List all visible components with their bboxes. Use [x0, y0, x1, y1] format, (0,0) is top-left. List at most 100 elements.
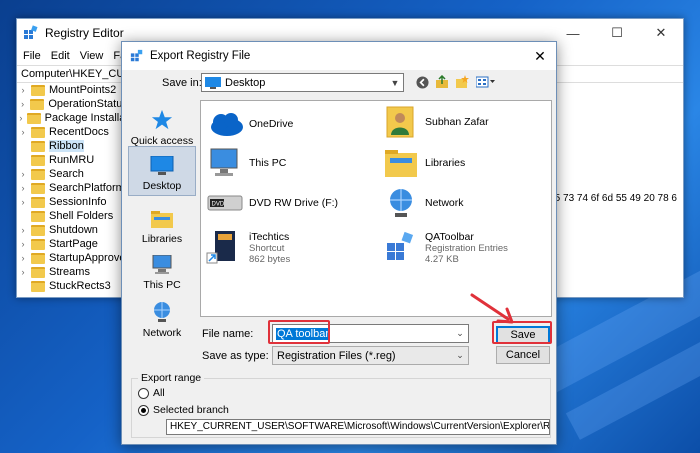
- chevron-right-icon[interactable]: ›: [17, 113, 25, 123]
- folder-icon: [31, 168, 45, 180]
- chevron-down-icon[interactable]: ⌄: [452, 328, 468, 339]
- chevron-right-icon[interactable]: ›: [17, 239, 29, 249]
- selected-branch-input[interactable]: HKEY_CURRENT_USER\SOFTWARE\Microsoft\Win…: [166, 419, 550, 435]
- list-item-network[interactable]: Network: [381, 185, 464, 221]
- chevron-right-icon[interactable]: ›: [17, 85, 29, 95]
- new-folder-icon[interactable]: [455, 75, 469, 89]
- cloud-icon: [211, 113, 243, 136]
- dialog-close-button[interactable]: ✕: [524, 42, 556, 70]
- registry-tree: › MountPoints2 › OperationStatusM › Package…: [17, 83, 137, 297]
- place-this-pc[interactable]: This PC: [128, 244, 196, 294]
- view-menu-icon[interactable]: [475, 75, 497, 89]
- folder-icon: [31, 140, 45, 152]
- folder-icon: [31, 210, 45, 222]
- folder-icon: [31, 84, 45, 96]
- tree-item[interactable]: › Streams: [17, 265, 137, 279]
- desktop-icon: [150, 156, 174, 175]
- folder-icon: [31, 154, 45, 166]
- libraries-icon: [385, 150, 417, 177]
- chevron-down-icon: ▼: [390, 77, 400, 88]
- chevron-right-icon[interactable]: ›: [17, 183, 29, 193]
- save-as-type-dropdown[interactable]: Registration Files (*.reg) ⌄: [272, 346, 469, 365]
- chevron-right-icon[interactable]: ›: [17, 253, 29, 263]
- menu-view[interactable]: View: [80, 50, 104, 62]
- chevron-right-icon[interactable]: ›: [17, 225, 29, 235]
- tree-item[interactable]: RunMRU: [17, 153, 137, 167]
- file-name-label: File name:: [202, 328, 254, 340]
- maximize-button[interactable]: ☐: [595, 19, 639, 47]
- file-list: OneDrive Subhan Zafar This PC Libraries …: [200, 100, 552, 317]
- registry-app-icon: [130, 49, 143, 62]
- folder-icon: [26, 112, 41, 124]
- tree-item-selected[interactable]: Ribbon: [17, 139, 137, 153]
- chevron-right-icon[interactable]: ›: [17, 169, 29, 179]
- file-name-value: QA toolbar: [276, 327, 330, 340]
- network-icon: [154, 302, 170, 322]
- tree-item[interactable]: › Search: [17, 167, 137, 181]
- save-in-dropdown[interactable]: Desktop ▼: [201, 73, 404, 92]
- folder-icon: [31, 182, 45, 194]
- list-item-user[interactable]: Subhan Zafar: [381, 104, 489, 140]
- radio-all-option[interactable]: All: [138, 387, 165, 399]
- registry-title: Registry Editor: [45, 26, 124, 40]
- registry-file-icon: [387, 231, 414, 260]
- tree-item[interactable]: Shell Folders: [17, 209, 137, 223]
- save-in-value: Desktop: [225, 76, 266, 89]
- tree-item[interactable]: StuckRects3: [17, 279, 137, 293]
- svg-text:DVD: DVD: [212, 202, 225, 208]
- registry-app-icon: [24, 25, 38, 39]
- folder-icon: [31, 224, 45, 236]
- computer-icon: [210, 148, 238, 176]
- chevron-right-icon[interactable]: ›: [17, 99, 28, 109]
- radio-selected-branch[interactable]: [138, 404, 149, 416]
- tree-item[interactable]: › StartupApproved: [17, 251, 137, 265]
- chevron-right-icon[interactable]: ›: [17, 127, 29, 137]
- dialog-titlebar: Export Registry File ✕: [122, 42, 556, 70]
- radio-selected-branch-option[interactable]: Selected branch: [138, 404, 229, 416]
- desktop-icon: [205, 76, 221, 89]
- place-libraries[interactable]: Libraries: [128, 198, 196, 248]
- menu-file[interactable]: File: [23, 50, 41, 62]
- tree-item[interactable]: › Shutdown: [17, 223, 137, 237]
- export-range-label: Export range: [138, 372, 205, 384]
- chevron-right-icon[interactable]: ›: [17, 267, 29, 277]
- minimize-button[interactable]: —: [551, 19, 595, 47]
- tree-item[interactable]: › OperationStatusM: [17, 97, 137, 111]
- dialog-title: Export Registry File: [150, 50, 251, 62]
- dvd-drive-icon: DVD: [207, 195, 243, 211]
- place-quick-access[interactable]: Quick access: [128, 100, 196, 150]
- list-item-qatoolbar[interactable]: QAToolbar Registration Entries 4.27 KB: [381, 227, 508, 269]
- list-item-this-pc[interactable]: This PC: [205, 145, 286, 181]
- place-network[interactable]: Network: [128, 292, 196, 342]
- chevron-right-icon[interactable]: ›: [17, 197, 29, 207]
- folder-icon: [30, 98, 45, 110]
- file-name-input[interactable]: QA toolbar ⌄: [272, 324, 469, 343]
- radio-all[interactable]: [138, 387, 149, 399]
- folder-icon: [31, 126, 45, 138]
- list-item-itechtics-shortcut[interactable]: iTechtics Shortcut 862 bytes: [205, 227, 290, 269]
- close-button[interactable]: ✕: [639, 19, 683, 47]
- export-range-group: Export range All Selected branch HKEY_CU…: [131, 372, 551, 438]
- places-bar: Quick access Desktop Libraries This PC N…: [128, 100, 196, 339]
- up-folder-icon[interactable]: [435, 75, 449, 89]
- tree-item[interactable]: › StartPage: [17, 237, 137, 251]
- tree-item[interactable]: › Package Installatio: [17, 111, 137, 125]
- star-icon: [151, 109, 173, 130]
- save-in-label: Save in:: [162, 77, 202, 89]
- back-icon[interactable]: [415, 75, 429, 89]
- tree-item[interactable]: › MountPoints2: [17, 83, 137, 97]
- list-item-dvd-drive[interactable]: DVD DVD RW Drive (F:): [205, 185, 338, 221]
- folder-icon: [31, 266, 45, 278]
- cancel-button[interactable]: Cancel: [496, 346, 550, 364]
- folder-icon: [31, 196, 45, 208]
- tree-item[interactable]: › SearchPlatform: [17, 181, 137, 195]
- tree-item[interactable]: › SessionInfo: [17, 195, 137, 209]
- list-item-onedrive[interactable]: OneDrive: [205, 106, 293, 142]
- save-button[interactable]: Save: [496, 326, 550, 344]
- menu-edit[interactable]: Edit: [51, 50, 70, 62]
- computer-icon: [152, 255, 172, 274]
- tree-item[interactable]: › RecentDocs: [17, 125, 137, 139]
- chevron-down-icon: ⌄: [456, 350, 464, 360]
- list-item-libraries[interactable]: Libraries: [381, 145, 465, 181]
- place-desktop[interactable]: Desktop: [128, 146, 196, 196]
